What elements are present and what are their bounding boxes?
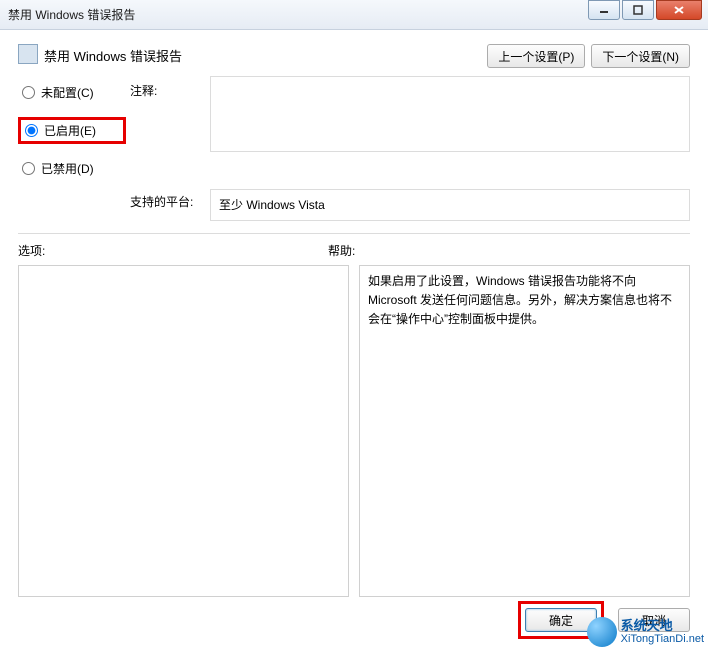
close-button[interactable] bbox=[656, 0, 702, 20]
radio-disabled[interactable]: 已禁用(D) bbox=[18, 158, 126, 179]
radio-enabled-input[interactable] bbox=[25, 124, 38, 137]
window-controls bbox=[586, 0, 702, 20]
help-panel: 如果启用了此设置，Windows 错误报告功能将不向 Microsoft 发送任… bbox=[359, 265, 690, 597]
maximize-icon bbox=[633, 5, 643, 15]
lower-labels: 选项: 帮助: bbox=[18, 242, 690, 259]
radio-not-configured[interactable]: 未配置(C) bbox=[18, 82, 126, 103]
watermark-line2: XiTongTianDi.net bbox=[621, 633, 704, 645]
minimize-button[interactable] bbox=[588, 0, 620, 20]
radio-enabled[interactable]: 已启用(E) bbox=[18, 117, 126, 144]
header-row: 禁用 Windows 错误报告 上一个设置(P) 下一个设置(N) bbox=[18, 44, 690, 68]
help-label: 帮助: bbox=[328, 242, 355, 259]
policy-icon bbox=[18, 44, 38, 64]
radio-enabled-label: 已启用(E) bbox=[44, 122, 96, 139]
content-area: 禁用 Windows 错误报告 上一个设置(P) 下一个设置(N) 未配置(C)… bbox=[0, 30, 708, 607]
platform-value: 至少 Windows Vista bbox=[210, 189, 690, 221]
panels: 如果启用了此设置，Windows 错误报告功能将不向 Microsoft 发送任… bbox=[18, 265, 690, 597]
close-icon bbox=[673, 5, 685, 15]
radio-group: 未配置(C) 已启用(E) 已禁用(D) bbox=[18, 76, 126, 179]
body-grid: 未配置(C) 已启用(E) 已禁用(D) 注释: 支持的平台: 至少 Windo… bbox=[18, 76, 690, 221]
radio-disabled-input[interactable] bbox=[22, 162, 35, 175]
page-title: 禁用 Windows 错误报告 bbox=[44, 44, 182, 65]
watermark-line1: 系统天地 bbox=[621, 619, 704, 633]
minimize-icon bbox=[599, 5, 609, 15]
maximize-button[interactable] bbox=[622, 0, 654, 20]
nav-buttons: 上一个设置(P) 下一个设置(N) bbox=[487, 44, 690, 68]
radio-disabled-label: 已禁用(D) bbox=[41, 160, 94, 177]
watermark-text: 系统天地 XiTongTianDi.net bbox=[621, 619, 704, 645]
comment-textarea[interactable] bbox=[210, 76, 690, 152]
title-bar: 禁用 Windows 错误报告 bbox=[0, 0, 708, 30]
platform-label: 支持的平台: bbox=[130, 183, 206, 210]
radio-not-configured-label: 未配置(C) bbox=[41, 84, 94, 101]
previous-setting-button[interactable]: 上一个设置(P) bbox=[487, 44, 585, 68]
comment-label: 注释: bbox=[130, 76, 206, 99]
next-setting-button[interactable]: 下一个设置(N) bbox=[591, 44, 690, 68]
radio-not-configured-input[interactable] bbox=[22, 86, 35, 99]
watermark: 系统天地 XiTongTianDi.net bbox=[587, 617, 704, 647]
divider bbox=[18, 233, 690, 234]
globe-icon bbox=[587, 617, 617, 647]
options-panel bbox=[18, 265, 349, 597]
window-title: 禁用 Windows 错误报告 bbox=[8, 6, 135, 23]
options-label: 选项: bbox=[18, 242, 318, 259]
